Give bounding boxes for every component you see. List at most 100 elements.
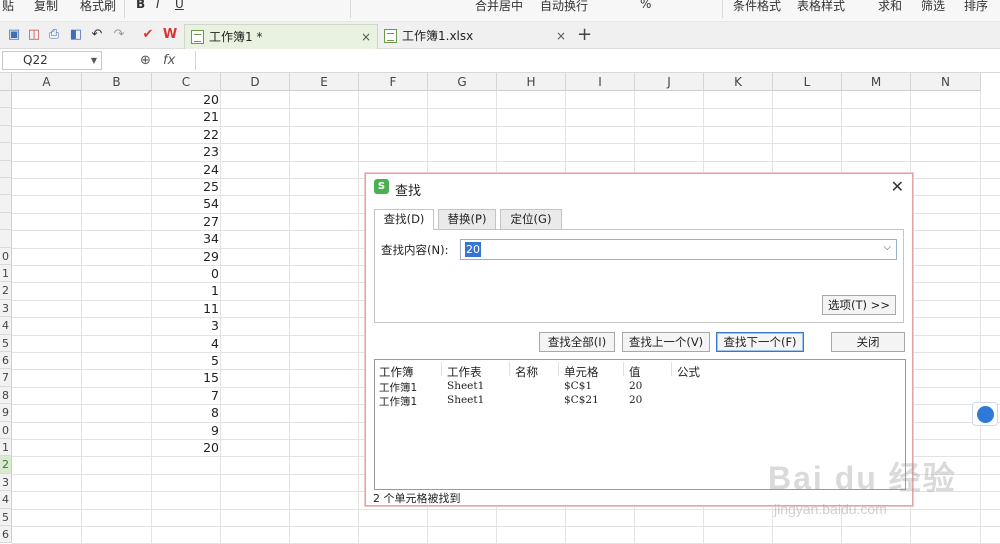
row-header[interactable]: 1 — [0, 439, 12, 457]
tab-workbook1-xlsx[interactable]: 工作簿1.xlsx × — [378, 24, 572, 49]
row-header[interactable]: 1 — [0, 265, 12, 283]
undo-icon[interactable]: ↶ — [89, 27, 105, 43]
cell-c2[interactable]: 21 — [153, 109, 221, 124]
row-header[interactable] — [0, 212, 12, 231]
row-header[interactable] — [0, 230, 12, 248]
save-icon[interactable]: ▣ — [6, 27, 22, 43]
cell-c19[interactable]: 8 — [153, 405, 221, 420]
close-tab-icon[interactable]: × — [361, 25, 371, 49]
column-header-h[interactable]: H — [497, 73, 566, 91]
row-header[interactable]: 6 — [0, 352, 12, 370]
column-header-k[interactable]: K — [704, 73, 773, 91]
percent-button[interactable]: % — [640, 0, 651, 11]
cell-c3[interactable]: 22 — [153, 127, 221, 142]
find-next-button[interactable]: 查找下一个(F) — [716, 332, 804, 352]
cell-c11[interactable]: 0 — [153, 266, 221, 281]
filter-button[interactable]: 筛选 — [921, 0, 945, 14]
find-all-button[interactable]: 查找全部(I) — [539, 332, 615, 352]
row-header[interactable]: 6 — [0, 526, 12, 544]
dialog-title-bar[interactable]: S 查找 ✕ — [366, 174, 912, 200]
sort-button[interactable]: 排序 — [964, 0, 988, 14]
close-button[interactable]: 关闭 — [831, 332, 905, 352]
close-tab-icon[interactable]: × — [556, 24, 566, 48]
cell-c17[interactable]: 15 — [153, 370, 221, 385]
column-header-a[interactable]: A — [12, 73, 82, 91]
cell-c8[interactable]: 27 — [153, 214, 221, 229]
row-header[interactable] — [0, 195, 12, 213]
row-header[interactable]: 2 — [0, 282, 12, 300]
cell-c13[interactable]: 11 — [153, 301, 221, 316]
cell-c5[interactable]: 24 — [153, 162, 221, 177]
column-header-n[interactable]: N — [911, 73, 981, 91]
row-header[interactable]: 4 — [0, 491, 12, 509]
column-header-f[interactable]: F — [359, 73, 428, 91]
row-header[interactable] — [0, 108, 12, 126]
sum-button[interactable]: 求和 — [878, 0, 902, 14]
cell-c10[interactable]: 29 — [153, 249, 221, 264]
ribbon-item-format-painter[interactable]: 格式刷 — [80, 0, 116, 14]
row-header[interactable] — [0, 160, 12, 178]
row-header[interactable]: 9 — [0, 404, 12, 422]
function-icon[interactable]: fx — [163, 53, 175, 68]
cell-c1[interactable]: 20 — [153, 92, 221, 107]
column-header-c[interactable]: C — [152, 73, 221, 91]
cell-c12[interactable]: 1 — [153, 283, 221, 298]
cell-c16[interactable]: 5 — [153, 353, 221, 368]
name-box[interactable]: Q22 ▼ — [2, 51, 102, 70]
find-content-input[interactable]: 20 ⌵ — [460, 239, 897, 260]
cell-c6[interactable]: 25 — [153, 179, 221, 194]
row-header[interactable]: 8 — [0, 386, 12, 405]
row-header[interactable]: 5 — [0, 508, 12, 526]
column-separator[interactable] — [623, 362, 624, 376]
chevron-down-icon[interactable]: ⌵ — [883, 242, 891, 253]
row-header[interactable] — [0, 178, 12, 196]
row-header[interactable]: 2 — [0, 456, 12, 474]
column-header-b[interactable]: B — [82, 73, 152, 91]
wrap-text-button[interactable]: 自动换行 — [540, 0, 588, 14]
underline-button[interactable]: U — [175, 0, 184, 11]
conditional-format-button[interactable]: 条件格式 — [733, 0, 781, 14]
select-all-corner[interactable] — [0, 73, 12, 91]
column-header-d[interactable]: D — [221, 73, 290, 91]
column-separator[interactable] — [671, 362, 672, 376]
tab-workbook1-unsaved[interactable]: 工作簿1 * × — [184, 24, 378, 49]
tab-replace[interactable]: 替换(P) — [438, 209, 496, 229]
print-icon[interactable]: ⎙ — [46, 27, 62, 43]
column-separator[interactable] — [509, 362, 510, 376]
column-separator[interactable] — [558, 362, 559, 376]
column-header-g[interactable]: G — [428, 73, 497, 91]
find-previous-button[interactable]: 查找上一个(V) — [622, 332, 710, 352]
bold-button[interactable]: B — [136, 0, 145, 11]
column-header-m[interactable]: M — [842, 73, 911, 91]
options-button[interactable]: 选项(T) >> — [822, 295, 896, 315]
row-header[interactable]: 0 — [0, 421, 12, 439]
new-tab-button[interactable]: + — [577, 24, 592, 45]
assistant-button[interactable] — [972, 402, 998, 426]
column-header-l[interactable]: L — [773, 73, 842, 91]
row-header[interactable]: 7 — [0, 369, 12, 387]
table-style-button[interactable]: 表格样式 — [797, 0, 845, 14]
merge-center-button[interactable]: 合并居中 — [475, 0, 523, 14]
cell-c18[interactable]: 7 — [153, 388, 221, 403]
cell-c20[interactable]: 9 — [153, 423, 221, 438]
redo-icon[interactable]: ↷ — [111, 27, 127, 43]
row-header[interactable]: 0 — [0, 247, 12, 265]
cell-c9[interactable]: 34 — [153, 231, 221, 246]
close-icon[interactable]: ✕ — [891, 177, 904, 196]
cell-c21[interactable]: 20 — [153, 440, 221, 455]
ribbon-item-paste[interactable]: 贴 — [2, 0, 14, 14]
check-mark-icon[interactable]: ✔ — [140, 27, 156, 43]
row-header[interactable]: 3 — [0, 299, 12, 318]
row-header[interactable]: 5 — [0, 334, 12, 352]
tab-find[interactable]: 查找(D) — [374, 209, 434, 230]
formula-input[interactable] — [195, 51, 1000, 70]
column-header-i[interactable]: I — [566, 73, 635, 91]
cell-c7[interactable]: 54 — [153, 196, 221, 211]
print-preview-icon[interactable]: ◧ — [68, 27, 84, 43]
ribbon-item-copy[interactable]: 复制 — [34, 0, 58, 14]
column-separator[interactable] — [441, 362, 442, 376]
wps-logo-icon[interactable]: W — [162, 27, 178, 43]
column-header-e[interactable]: E — [290, 73, 359, 91]
row-header[interactable]: 3 — [0, 473, 12, 492]
row-header[interactable] — [0, 125, 12, 144]
